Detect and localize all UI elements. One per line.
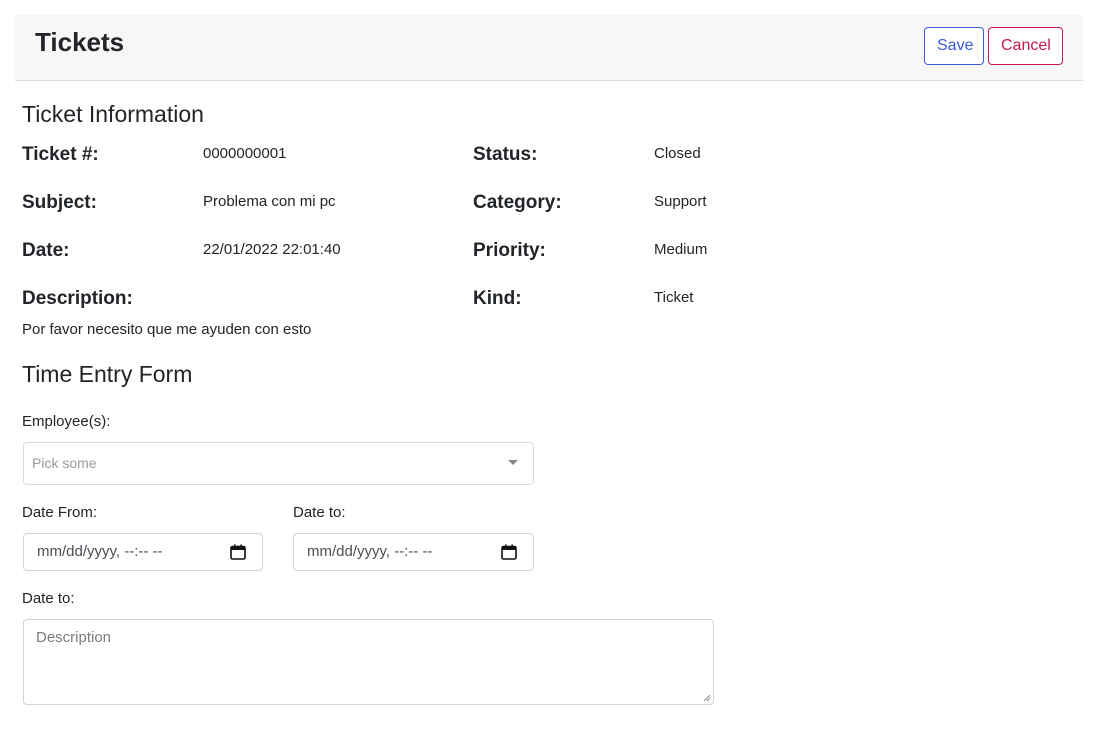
calendar-icon[interactable] — [501, 544, 517, 560]
ticket-information-title: Ticket Information — [22, 101, 204, 127]
category-label: Category: — [473, 192, 562, 213]
page-title: Tickets — [35, 27, 125, 57]
subject-value: Problema con mi pc — [203, 193, 336, 210]
employees-label: Employee(s): — [22, 413, 111, 430]
date-from-value: mm/dd/yyyy, --:-- -- — [37, 543, 163, 560]
chevron-down-icon[interactable] — [508, 460, 518, 465]
ticket-number-value: 0000000001 — [203, 145, 287, 162]
ticket-number-label: Ticket #: — [22, 144, 99, 165]
description-label: Description: — [22, 288, 133, 309]
description-field-label: Date to: — [22, 590, 75, 607]
description-textarea[interactable]: Description — [23, 619, 714, 705]
subject-label: Subject: — [22, 192, 97, 213]
date-from-input[interactable]: mm/dd/yyyy, --:-- -- — [23, 533, 263, 571]
description-value: Por favor necesito que me ayuden con est… — [22, 321, 312, 338]
save-button[interactable]: Save — [924, 27, 984, 65]
employees-select-placeholder: Pick some — [32, 455, 97, 471]
priority-value: Medium — [654, 241, 708, 258]
date-label: Date: — [22, 240, 70, 261]
date-to-input[interactable]: mm/dd/yyyy, --:-- -- — [293, 533, 534, 571]
date-value: 22/01/2022 22:01:40 — [203, 241, 341, 258]
priority-label: Priority: — [473, 240, 546, 261]
cancel-button[interactable]: Cancel — [988, 27, 1063, 65]
category-value: Support — [654, 193, 707, 210]
description-textarea-placeholder: Description — [36, 629, 112, 646]
resize-handle-icon[interactable] — [703, 694, 711, 702]
status-label: Status: — [473, 144, 538, 165]
kind-label: Kind: — [473, 288, 522, 309]
employees-select[interactable]: Pick some — [23, 442, 534, 485]
page-header: Tickets Save Cancel — [15, 15, 1083, 81]
time-entry-form-title: Time Entry Form — [22, 361, 193, 387]
calendar-icon[interactable] — [230, 544, 246, 560]
date-to-value: mm/dd/yyyy, --:-- -- — [307, 543, 433, 560]
kind-value: Ticket — [654, 289, 694, 306]
date-to-label: Date to: — [293, 504, 346, 521]
date-from-label: Date From: — [22, 504, 98, 521]
status-value: Closed — [654, 145, 701, 162]
